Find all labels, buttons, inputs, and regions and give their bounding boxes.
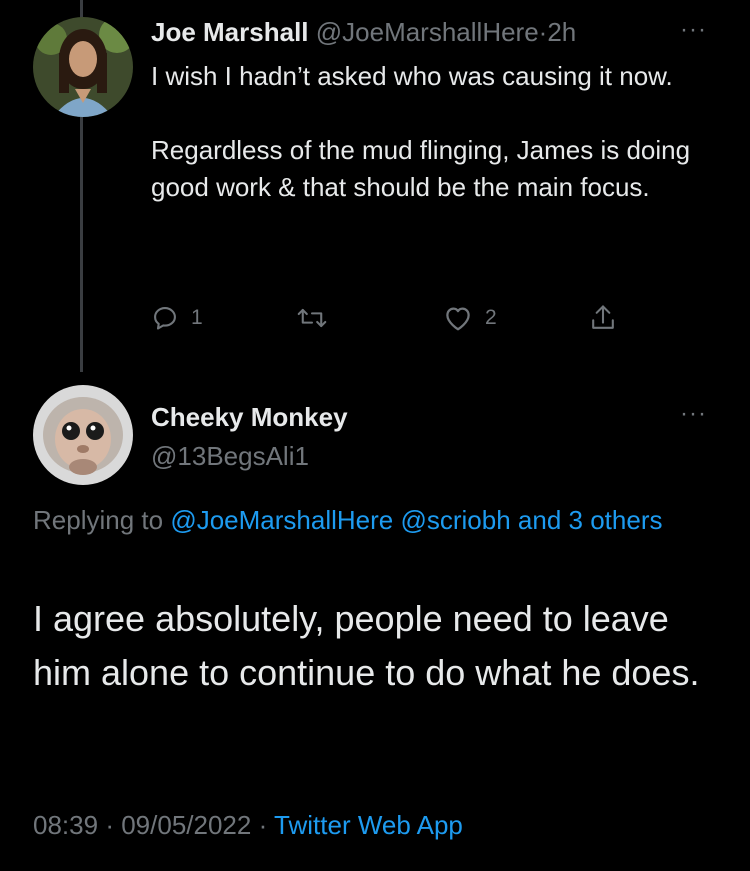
share-icon	[592, 305, 614, 329]
heart-icon	[446, 307, 470, 331]
avatar[interactable]	[33, 17, 133, 117]
tweet-date[interactable]: 09/05/2022	[121, 810, 251, 840]
reply-count: 1	[191, 306, 203, 329]
display-name[interactable]: Cheeky Monkey	[151, 402, 348, 433]
tweet-meta: 08:39 · 09/05/2022 · Twitter Web App	[33, 810, 463, 841]
more-options-icon[interactable]: ···	[680, 400, 707, 428]
tweet-actions: 1 2	[151, 300, 631, 340]
user-handle[interactable]: @13BegsAli1	[151, 441, 309, 472]
mention-link[interactable]: @scriobh	[400, 505, 510, 535]
source-link[interactable]: Twitter Web App	[274, 810, 463, 840]
tweet-time[interactable]: 2h	[547, 17, 576, 47]
mention-link[interactable]: @JoeMarshallHere	[170, 505, 393, 535]
retweet-button[interactable]	[297, 300, 339, 336]
like-button[interactable]: 2	[443, 300, 497, 336]
tweet-header: Joe Marshall @JoeMarshallHere·2h	[151, 17, 576, 48]
share-button[interactable]	[589, 300, 617, 336]
profile-photo-monkey	[33, 385, 133, 485]
separator-dot: ·	[105, 810, 114, 840]
replying-to: Replying to @JoeMarshallHere @scriobh an…	[33, 500, 713, 541]
profile-photo-joe	[33, 17, 133, 117]
separator-dot: ·	[258, 810, 268, 840]
reply-icon	[154, 307, 176, 330]
reply-button[interactable]: 1	[151, 300, 203, 336]
tweet-text: I wish I hadn’t asked who was causing it…	[151, 58, 731, 206]
like-count: 2	[485, 306, 497, 329]
more-options-icon[interactable]: ···	[680, 16, 707, 44]
user-handle[interactable]: @JoeMarshallHere	[316, 17, 539, 47]
retweet-icon	[297, 308, 327, 328]
display-name[interactable]: Joe Marshall	[151, 17, 309, 47]
tweet-paragraph: I wish I hadn’t asked who was causing it…	[151, 61, 673, 91]
avatar[interactable]	[33, 385, 133, 485]
tweet-time[interactable]: 08:39	[33, 810, 98, 840]
others-link[interactable]: and 3 others	[518, 505, 663, 535]
tweet-text: I agree absolutely, people need to leave…	[33, 598, 700, 693]
replying-prefix: Replying to	[33, 505, 164, 535]
tweet-paragraph: Regardless of the mud flinging, James is…	[151, 135, 691, 202]
